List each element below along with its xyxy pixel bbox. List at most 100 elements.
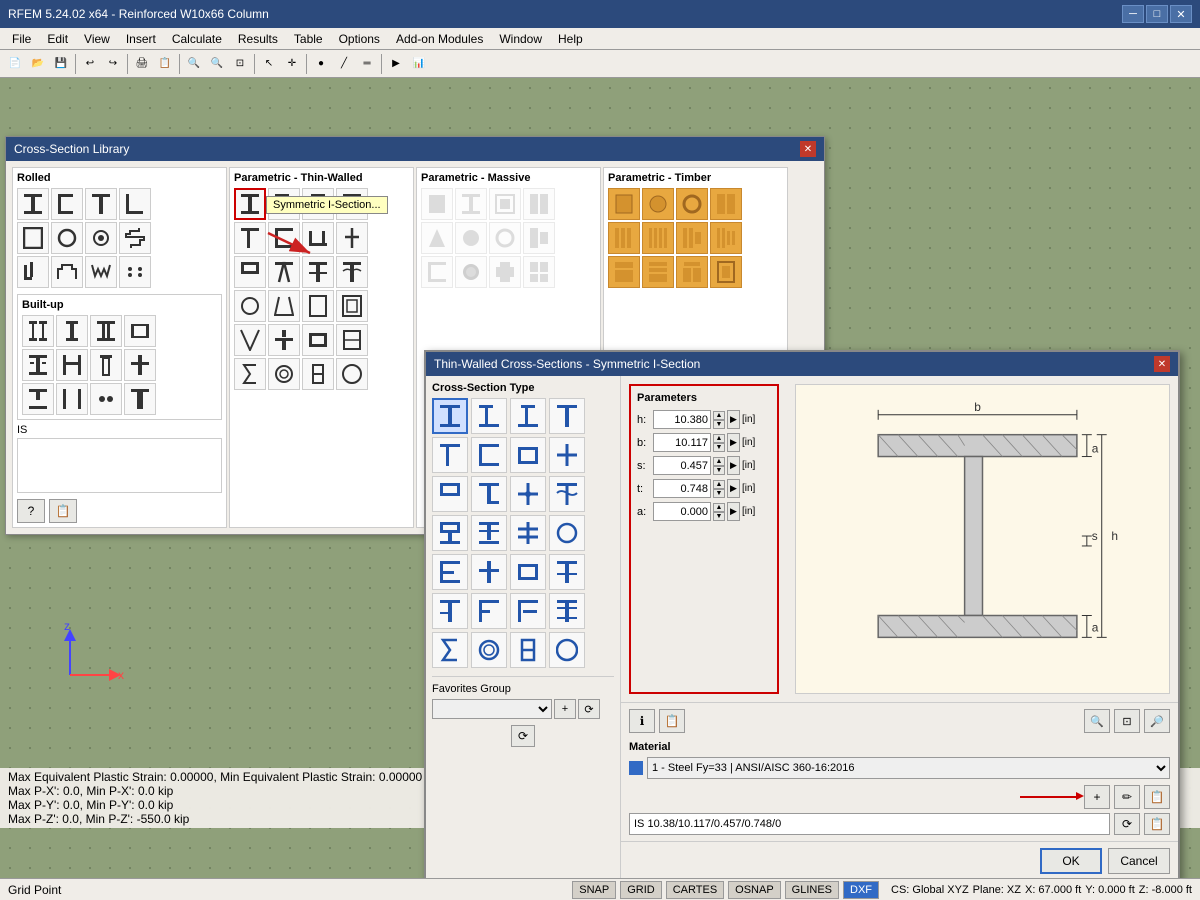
tb-select[interactable]: ↖ — [258, 53, 280, 75]
bu-double-i[interactable] — [22, 315, 54, 347]
shape-i-wide-flange[interactable] — [17, 188, 49, 220]
mat-edit-btn[interactable]: ✏ — [1114, 785, 1140, 809]
section-name-copy[interactable]: 📋 — [1144, 813, 1170, 835]
bu-t-cap[interactable] — [124, 383, 156, 415]
status-snap[interactable]: SNAP — [572, 881, 616, 899]
shape-tw4-4[interactable] — [336, 290, 368, 322]
shape-timber-6[interactable] — [642, 222, 674, 254]
shape-tw4-1[interactable] — [234, 290, 266, 322]
shape-round-solid[interactable] — [85, 222, 117, 254]
cs-copy-btn[interactable]: 📋 — [49, 499, 77, 523]
tb-member[interactable]: ═ — [356, 53, 378, 75]
shape-timber-7[interactable] — [676, 222, 708, 254]
param-s-arrow[interactable]: ▶ — [727, 456, 740, 475]
status-dxf[interactable]: DXF — [843, 881, 879, 899]
shape-angle[interactable] — [119, 188, 151, 220]
tw-type-4-2[interactable] — [471, 515, 507, 551]
menu-edit[interactable]: Edit — [39, 30, 76, 48]
shape-tw4-3[interactable] — [302, 290, 334, 322]
tb-calculate[interactable]: ▶ — [385, 53, 407, 75]
shape-timber-3[interactable] — [676, 188, 708, 220]
cs-library-close[interactable]: ✕ — [800, 141, 816, 157]
ok-button[interactable]: OK — [1040, 848, 1102, 874]
shape-tw3-3[interactable] — [302, 256, 334, 288]
shape-hat[interactable] — [51, 256, 83, 288]
shape-timber-1[interactable] — [608, 188, 640, 220]
cs-help-btn[interactable]: ? — [17, 499, 45, 523]
tw-type-5-3[interactable] — [510, 554, 546, 590]
shape-tw2-1[interactable] — [234, 222, 266, 254]
bu-built10[interactable] — [56, 383, 88, 415]
shape-tw6-2[interactable] — [268, 358, 300, 390]
shape-misc[interactable] — [119, 256, 151, 288]
tb-node[interactable]: ● — [310, 53, 332, 75]
bu-built5[interactable] — [22, 349, 54, 381]
tb-zoom-all[interactable]: ⊡ — [229, 53, 251, 75]
shape-tw4-2[interactable] — [268, 290, 300, 322]
status-grid[interactable]: GRID — [620, 881, 662, 899]
shape-sym-i-selected[interactable] — [234, 188, 266, 220]
tw-dialog-close[interactable]: ✕ — [1154, 356, 1170, 372]
menu-view[interactable]: View — [76, 30, 118, 48]
shape-tw2-4[interactable] — [336, 222, 368, 254]
fav-refresh-btn[interactable]: ⟳ — [511, 725, 535, 747]
tw-type-2-2[interactable] — [471, 437, 507, 473]
tw-type-2-4[interactable] — [549, 437, 585, 473]
shape-round-hollow[interactable] — [51, 222, 83, 254]
param-b-arrow[interactable]: ▶ — [727, 433, 740, 452]
bu-built9[interactable] — [22, 383, 54, 415]
param-b-input[interactable] — [653, 433, 711, 452]
param-h-arrow[interactable]: ▶ — [727, 410, 740, 429]
param-t-down[interactable]: ▼ — [713, 489, 725, 498]
tb-open[interactable]: 📂 — [27, 53, 49, 75]
shape-tw6-3[interactable] — [302, 358, 334, 390]
tw-type-3-2[interactable] — [471, 476, 507, 512]
tw-type-3-1[interactable] — [432, 476, 468, 512]
bu-built6[interactable] — [56, 349, 88, 381]
status-osnap[interactable]: OSNAP — [728, 881, 781, 899]
menu-options[interactable]: Options — [331, 30, 388, 48]
tw-type-sym-i[interactable] — [432, 398, 468, 434]
menu-calculate[interactable]: Calculate — [164, 30, 230, 48]
section-name-refresh[interactable]: ⟳ — [1114, 813, 1140, 835]
tb-zoom-out[interactable]: 🔍 — [206, 53, 228, 75]
param-a-up[interactable]: ▲ — [713, 503, 725, 512]
param-a-down[interactable]: ▼ — [713, 512, 725, 521]
tw-type-4-4[interactable] — [549, 515, 585, 551]
menu-file[interactable]: File — [4, 30, 39, 48]
param-t-input[interactable] — [653, 479, 711, 498]
tw-type-circle-hollow[interactable] — [471, 632, 507, 668]
tb-move[interactable]: ✛ — [281, 53, 303, 75]
tw-type-5-4[interactable] — [549, 554, 585, 590]
param-h-input[interactable] — [653, 410, 711, 429]
shape-tw5-2[interactable] — [268, 324, 300, 356]
shape-w-section[interactable] — [85, 256, 117, 288]
shape-timber-10[interactable] — [642, 256, 674, 288]
menu-help[interactable]: Help — [550, 30, 591, 48]
shape-tw6-4[interactable] — [336, 358, 368, 390]
tw-type-t-bar[interactable] — [549, 398, 585, 434]
param-t-arrow[interactable]: ▶ — [727, 479, 740, 498]
shape-channel[interactable] — [51, 188, 83, 220]
shape-timber-4[interactable] — [710, 188, 742, 220]
param-a-arrow[interactable]: ▶ — [727, 502, 740, 521]
maximize-button[interactable]: □ — [1146, 5, 1168, 23]
menu-results[interactable]: Results — [230, 30, 286, 48]
shape-tw3-4[interactable] — [336, 256, 368, 288]
param-b-up[interactable]: ▲ — [713, 434, 725, 443]
tw-type-2-3[interactable] — [510, 437, 546, 473]
tb-redo[interactable]: ↪ — [102, 53, 124, 75]
mat-copy-btn[interactable]: 📋 — [1144, 785, 1170, 809]
shape-tw2-3[interactable] — [302, 222, 334, 254]
tw-type-sigma[interactable] — [432, 632, 468, 668]
fav-remove-btn[interactable]: ⟳ — [578, 699, 600, 719]
bu-double-t[interactable] — [56, 315, 88, 347]
material-select[interactable]: 1 - Steel Fy=33 | ANSI/AISC 360-16:2016 — [647, 757, 1170, 779]
shape-tw5-1[interactable] — [234, 324, 266, 356]
shape-timber-8[interactable] — [710, 222, 742, 254]
tw-type-5-2[interactable] — [471, 554, 507, 590]
menu-insert[interactable]: Insert — [118, 30, 164, 48]
param-h-down[interactable]: ▼ — [713, 420, 725, 429]
menu-window[interactable]: Window — [491, 30, 550, 48]
mat-new-btn[interactable]: + — [1084, 785, 1110, 809]
